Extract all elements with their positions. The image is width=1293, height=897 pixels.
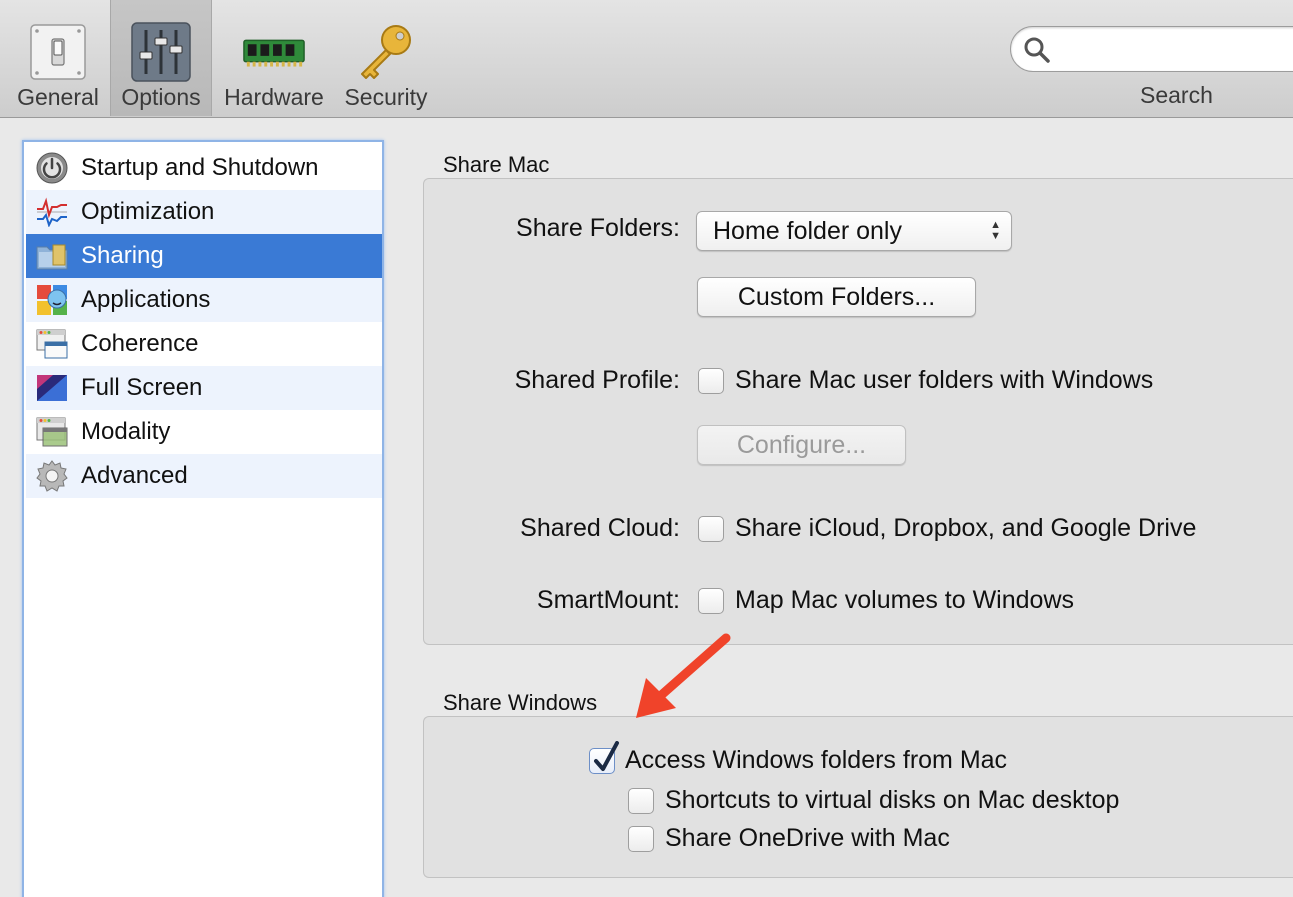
sidebar-item-coherence[interactable]: Coherence bbox=[26, 322, 382, 366]
search-icon bbox=[1024, 37, 1050, 63]
shared-profile-checkbox[interactable] bbox=[698, 368, 724, 394]
toolbar: General Options Hardware Security Search bbox=[0, 0, 1293, 118]
share-mac-title: Share Mac bbox=[443, 152, 550, 177]
toolbar-item-security[interactable]: Security bbox=[336, 0, 436, 116]
sidebar-item-modality[interactable]: Modality bbox=[26, 410, 382, 454]
toolbar-label: Options bbox=[121, 84, 201, 110]
sliders-icon bbox=[129, 20, 193, 84]
onedrive-checkbox-label: Share OneDrive with Mac bbox=[665, 824, 950, 852]
sidebar-item-advanced[interactable]: Advanced bbox=[26, 454, 382, 498]
toolbar-item-general[interactable]: General bbox=[6, 0, 110, 116]
shortcuts-checkbox[interactable] bbox=[628, 788, 654, 814]
shortcuts-checkbox-label: Shortcuts to virtual disks on Mac deskto… bbox=[665, 786, 1120, 814]
smartmount-checkbox-label: Map Mac volumes to Windows bbox=[735, 586, 1075, 614]
power-icon bbox=[34, 150, 70, 186]
smartmount-label: SmartMount: bbox=[536, 586, 680, 614]
coherence-icon bbox=[34, 326, 70, 362]
sidebar-item-label: Optimization bbox=[81, 198, 215, 225]
performance-graph-icon bbox=[34, 194, 70, 230]
share-folders-value: Home folder only bbox=[713, 217, 902, 245]
search-input[interactable] bbox=[1063, 35, 1293, 63]
toolbar-label: General bbox=[17, 84, 99, 110]
access-windows-folders-label: Access Windows folders from Mac bbox=[625, 746, 1008, 774]
popup-arrows-icon: ▲ ▼ bbox=[990, 219, 1001, 242]
shared-folder-icon bbox=[34, 238, 70, 274]
sidebar-item-label: Sharing bbox=[81, 242, 164, 269]
sidebar-item-label: Startup and Shutdown bbox=[81, 154, 319, 181]
shared-profile-checkbox-label: Share Mac user folders with Windows bbox=[735, 366, 1154, 394]
share-folders-label: Share Folders: bbox=[516, 214, 680, 242]
smartmount-checkbox[interactable] bbox=[698, 588, 724, 614]
sidebar-item-label: Coherence bbox=[81, 330, 199, 357]
key-icon bbox=[354, 20, 418, 84]
modality-icon bbox=[34, 414, 70, 450]
toolbar-item-hardware[interactable]: Hardware bbox=[218, 0, 330, 116]
sidebar-item-startup-and-shutdown[interactable]: Startup and Shutdown bbox=[26, 146, 382, 190]
sidebar-item-label: Advanced bbox=[81, 462, 188, 489]
toolbar-label: Security bbox=[344, 84, 428, 110]
switch-icon bbox=[26, 20, 90, 84]
sidebar-item-optimization[interactable]: Optimization bbox=[26, 190, 382, 234]
configure-button[interactable]: Configure... bbox=[697, 425, 906, 465]
search-label: Search bbox=[1140, 82, 1213, 108]
sidebar: Startup and Shutdown Optimization Sharin… bbox=[22, 140, 384, 897]
sidebar-item-label: Modality bbox=[81, 418, 171, 445]
applications-icon bbox=[34, 282, 70, 318]
sidebar-item-label: Applications bbox=[81, 286, 211, 313]
custom-folders-button[interactable]: Custom Folders... bbox=[697, 277, 976, 317]
access-windows-folders-checkbox[interactable] bbox=[589, 741, 619, 774]
onedrive-checkbox[interactable] bbox=[628, 826, 654, 852]
sidebar-item-full-screen[interactable]: Full Screen bbox=[26, 366, 382, 410]
annotation-arrow-icon bbox=[636, 633, 731, 718]
shared-cloud-checkbox[interactable] bbox=[698, 516, 724, 542]
checkmark-icon bbox=[594, 741, 619, 771]
shared-cloud-checkbox-label: Share iCloud, Dropbox, and Google Drive bbox=[735, 514, 1197, 542]
memory-chip-icon bbox=[242, 20, 306, 84]
gear-icon bbox=[34, 458, 70, 494]
sidebar-item-applications[interactable]: Applications bbox=[26, 278, 382, 322]
full-screen-icon bbox=[34, 370, 70, 406]
share-windows-title: Share Windows bbox=[443, 690, 598, 715]
search-field[interactable] bbox=[1010, 26, 1293, 72]
sidebar-item-label: Full Screen bbox=[81, 374, 203, 401]
shared-cloud-label: Shared Cloud: bbox=[520, 514, 680, 542]
toolbar-label: Hardware bbox=[224, 84, 324, 110]
sidebar-item-sharing[interactable]: Sharing bbox=[26, 234, 382, 278]
share-folders-popup[interactable]: Home folder only ▲ ▼ bbox=[696, 211, 1012, 251]
toolbar-item-options[interactable]: Options bbox=[110, 0, 212, 116]
shared-profile-label: Shared Profile: bbox=[514, 366, 680, 394]
